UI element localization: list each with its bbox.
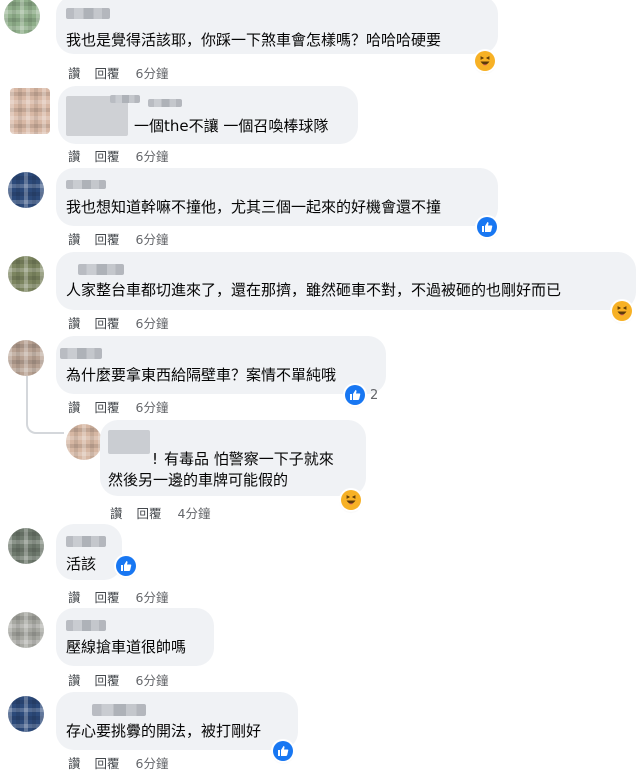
comment-actions: 讚回覆 6分鐘 xyxy=(68,229,182,248)
timestamp[interactable]: 6分鐘 xyxy=(136,587,169,606)
like-icon xyxy=(116,556,136,576)
comment-actions: 讚回覆 6分鐘 xyxy=(68,670,182,689)
reply-button[interactable]: 回覆 xyxy=(95,397,120,416)
comment-text: 人家整台車都切進來了，還在那擠，雖然砸車不對，不過被砸的也剛好而已 xyxy=(66,281,562,299)
reply-button[interactable]: 回覆 xyxy=(95,146,120,165)
commenter-name[interactable] xyxy=(60,348,102,359)
reaction-summary[interactable] xyxy=(475,51,495,71)
reaction-summary[interactable] xyxy=(341,490,361,510)
timestamp[interactable]: 6分鐘 xyxy=(136,397,169,416)
timestamp[interactable]: 6分鐘 xyxy=(136,670,169,689)
commenter-name[interactable] xyxy=(78,264,124,275)
timestamp[interactable]: 6分鐘 xyxy=(136,229,169,248)
commenter-name[interactable] xyxy=(66,8,110,19)
timestamp[interactable]: 6分鐘 xyxy=(136,63,169,82)
comment-actions: 讚回覆 6分鐘 xyxy=(68,313,182,332)
haha-icon xyxy=(341,490,361,510)
comment-text: 壓線搶車道很帥嗎 xyxy=(66,638,187,656)
reply-button[interactable]: 回覆 xyxy=(95,63,120,82)
avatar[interactable] xyxy=(8,612,44,648)
like-button[interactable]: 讚 xyxy=(68,63,81,82)
avatar[interactable] xyxy=(8,528,44,564)
comment-text: 為什麼要拿東西給隔壁車？案情不單純哦 xyxy=(66,366,337,384)
haha-icon xyxy=(475,51,495,71)
reply-button[interactable]: 回覆 xyxy=(95,753,120,772)
reply-text-line1: 有毒品 怕警察一下子就來 xyxy=(164,450,334,468)
like-button[interactable]: 讚 xyxy=(68,753,81,772)
like-button[interactable]: 讚 xyxy=(68,146,81,165)
commenter-name[interactable] xyxy=(66,620,106,631)
reaction-count: 2 xyxy=(370,387,379,403)
commenter-name-extra xyxy=(110,95,140,103)
reply-button[interactable]: 回覆 xyxy=(95,587,120,606)
reply-mention-tail: ! xyxy=(152,450,159,468)
avatar[interactable] xyxy=(4,0,40,34)
avatar[interactable] xyxy=(8,696,44,732)
comment-actions: 讚回覆 6分鐘 xyxy=(68,753,182,772)
like-button[interactable]: 讚 xyxy=(68,397,81,416)
reply-button[interactable]: 回覆 xyxy=(137,503,162,522)
reaction-summary[interactable] xyxy=(612,301,632,321)
reply-button[interactable]: 回覆 xyxy=(95,670,120,689)
like-button[interactable]: 讚 xyxy=(68,313,81,332)
avatar[interactable] xyxy=(10,88,50,134)
comment-text: 我也想知道幹嘛不撞他，尤其三個一起來的好機會還不撞 xyxy=(66,198,442,216)
reaction-summary[interactable] xyxy=(273,741,293,761)
like-button[interactable]: 讚 xyxy=(68,670,81,689)
avatar[interactable] xyxy=(8,256,44,292)
comment-text: 存心要挑釁的開法，被打剛好 xyxy=(66,722,262,740)
reply-button[interactable]: 回覆 xyxy=(95,229,120,248)
like-button[interactable]: 讚 xyxy=(68,229,81,248)
avatar[interactable] xyxy=(8,340,44,376)
like-icon xyxy=(345,385,365,405)
like-icon xyxy=(273,741,293,761)
reaction-summary[interactable]: 2 xyxy=(345,385,378,405)
comment-text: 我也是覺得活該耶，你踩一下煞車會怎樣嗎？哈哈哈硬要 xyxy=(66,31,442,49)
commenter-name[interactable] xyxy=(66,180,106,189)
reaction-summary[interactable] xyxy=(116,556,136,576)
haha-icon xyxy=(612,301,632,321)
timestamp[interactable]: 6分鐘 xyxy=(136,146,169,165)
comment-actions: 讚回覆 6分鐘 xyxy=(68,397,182,416)
avatar[interactable] xyxy=(66,424,102,460)
like-icon xyxy=(477,217,497,237)
comment-actions: 讚回覆 6分鐘 xyxy=(68,146,182,165)
comment-actions: 讚回覆 4分鐘 xyxy=(110,503,224,522)
like-button[interactable]: 讚 xyxy=(68,587,81,606)
comment-text: 一個the不讓 一個召喚棒球隊 xyxy=(134,117,329,135)
comment-actions: 讚回覆 6分鐘 xyxy=(68,63,182,82)
commenter-name[interactable] xyxy=(108,430,150,454)
commenter-name[interactable] xyxy=(92,704,146,716)
reply-text-line2: 然後另一邊的車牌可能假的 xyxy=(108,471,289,489)
reply-thread-line xyxy=(26,376,64,434)
like-button[interactable]: 讚 xyxy=(110,503,123,522)
comment-text: 活該 xyxy=(66,555,97,573)
commenter-name[interactable] xyxy=(66,536,106,547)
commenter-name-extra xyxy=(148,99,182,107)
timestamp[interactable]: 6分鐘 xyxy=(136,313,169,332)
comment-actions: 讚回覆 6分鐘 xyxy=(68,587,182,606)
reply-button[interactable]: 回覆 xyxy=(95,313,120,332)
timestamp[interactable]: 4分鐘 xyxy=(178,503,211,522)
reaction-summary[interactable] xyxy=(477,217,497,237)
avatar[interactable] xyxy=(8,172,44,208)
timestamp[interactable]: 6分鐘 xyxy=(136,753,169,772)
